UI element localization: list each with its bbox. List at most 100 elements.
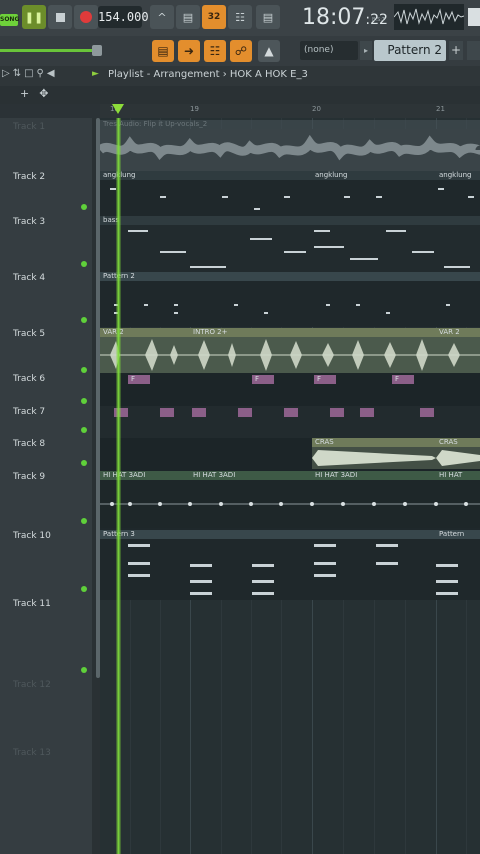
pattern-clip[interactable] (160, 408, 174, 417)
audio-clip[interactable] (312, 447, 480, 469)
track-label[interactable]: Track 4 (13, 273, 45, 283)
pattern-clip[interactable] (360, 408, 374, 417)
audio-clip-header[interactable]: Tres Audio: Flip it Up-vocals_2 (100, 120, 480, 129)
zoom-icon[interactable]: ⚲ (37, 68, 47, 79)
track-label[interactable]: Track 3 (13, 217, 45, 227)
pattern-prev-button[interactable]: ▸ (360, 41, 372, 60)
track-led[interactable] (81, 204, 87, 210)
record-button[interactable] (74, 5, 98, 29)
track-label[interactable]: Track 6 (13, 374, 45, 384)
track-label[interactable]: Track 12 (13, 680, 51, 690)
note (252, 592, 274, 595)
bar-number: 19 (190, 105, 199, 113)
track-label[interactable]: Track 2 (13, 172, 45, 182)
pattern-clip[interactable] (192, 408, 206, 417)
select-icon[interactable]: □ (24, 68, 36, 79)
playhead-marker[interactable] (112, 104, 124, 114)
pattern-clip[interactable] (330, 408, 344, 417)
playlist-button[interactable]: ➜ (178, 40, 200, 62)
track-led[interactable] (81, 367, 87, 373)
pan-icon[interactable]: ✥ (39, 87, 58, 100)
record-icon (80, 11, 92, 23)
pattern-clip-header[interactable]: Pattern (436, 530, 480, 539)
magnet-icon[interactable]: ⇅ (13, 68, 24, 79)
step-edit-button[interactable]: 32 (202, 5, 226, 29)
pattern-clip-header[interactable]: F (392, 375, 414, 384)
add-track-icon[interactable]: + (20, 87, 39, 100)
track-label[interactable]: Track 10 (13, 531, 51, 541)
menu-icon[interactable]: ▷ (2, 68, 13, 79)
note (284, 251, 306, 253)
audio-clip-header[interactable]: HI HAT (436, 471, 480, 480)
window-button[interactable] (468, 8, 480, 26)
playlist-tools[interactable]: ▷⇅□⚲◀ (2, 68, 58, 79)
plugin-picker-button[interactable]: ▲ (258, 40, 280, 62)
pattern-clip-header[interactable]: Pattern 2 (100, 272, 480, 281)
pattern-clip-header[interactable]: F (128, 375, 150, 384)
piano-roll-button[interactable]: ▤ (152, 40, 174, 62)
track-label[interactable]: Track 5 (13, 329, 45, 339)
track-label[interactable]: Track 13 (13, 748, 51, 758)
add-pattern-button[interactable]: + (449, 41, 463, 60)
audio-clip-header[interactable]: CRAS (436, 438, 480, 447)
pattern-clip-header[interactable]: bass (100, 216, 480, 225)
audio-clip-header[interactable]: VAR 2 (436, 328, 480, 337)
timeline-ruler[interactable]: 18 19 20 21 (100, 104, 480, 119)
playback-icon[interactable]: ◀ (47, 68, 58, 79)
master-volume-slider[interactable] (0, 49, 98, 52)
track-led[interactable] (81, 398, 87, 404)
track-led[interactable] (81, 460, 87, 466)
pattern-clip[interactable] (420, 408, 434, 417)
loop-record-button[interactable]: ▤ (256, 5, 280, 29)
pause-button[interactable]: ❚❚ (22, 5, 46, 29)
arrangement-area[interactable]: Tres Audio: Flip it Up-vocals_2 angklung… (100, 118, 480, 854)
time-display[interactable]: 18:07:22 B:S:T (302, 3, 390, 33)
link-button[interactable]: ☍ (230, 40, 252, 62)
track-led[interactable] (81, 518, 87, 524)
snap-tools[interactable]: +✥ (20, 87, 58, 100)
note (128, 574, 150, 577)
track-led[interactable] (81, 667, 87, 673)
wait-input-button[interactable]: ▤ (176, 5, 200, 29)
master-volume-handle[interactable] (92, 45, 102, 56)
track-lane[interactable] (100, 373, 480, 406)
pattern-clip-header[interactable]: F (252, 375, 274, 384)
pattern-clip-header[interactable]: angklung (100, 171, 312, 180)
audio-clip-header[interactable]: INTRO 2+ (190, 328, 436, 337)
audio-clip-header[interactable]: HI HAT 3ADI (100, 471, 190, 480)
pattern-clip-header[interactable]: angklung (312, 171, 436, 180)
note (252, 580, 274, 583)
track-led[interactable] (81, 427, 87, 433)
audio-clip[interactable] (100, 129, 480, 171)
pattern-clip[interactable] (284, 408, 298, 417)
track-label[interactable]: Track 9 (13, 472, 45, 482)
channel-rack-button[interactable]: ☷ (204, 40, 226, 62)
note (438, 188, 444, 190)
track-label[interactable]: Track 1 (13, 122, 45, 132)
note (436, 592, 458, 595)
track-label[interactable]: Track 11 (13, 599, 51, 609)
blend-notes-button[interactable]: ☷ (228, 5, 252, 29)
track-led[interactable] (81, 586, 87, 592)
audio-clip-header[interactable]: HI HAT 3ADI (190, 471, 312, 480)
pattern-next-button[interactable] (467, 41, 480, 60)
track-label[interactable]: Track 8 (13, 439, 45, 449)
audio-clip[interactable] (100, 337, 480, 373)
pattern-clip-header[interactable]: angklung (436, 171, 480, 180)
metronome-button[interactable]: ^ (150, 5, 174, 29)
track-label[interactable]: Track 7 (13, 407, 45, 417)
audio-clip-header[interactable]: CRAS (312, 438, 436, 447)
pattern-selector[interactable]: Pattern 2 (374, 40, 446, 61)
track-led[interactable] (81, 317, 87, 323)
track-led[interactable] (81, 261, 87, 267)
pattern-clip-header[interactable]: Pattern 3 (100, 530, 436, 539)
pattern-clip-header[interactable]: F (314, 375, 336, 384)
audio-clip-header[interactable]: HI HAT 3ADI (312, 471, 436, 480)
tempo-display[interactable]: 154.000 (98, 6, 149, 28)
song-mode-badge[interactable]: SONG (0, 14, 19, 26)
pattern-clip[interactable] (238, 408, 252, 417)
stop-button[interactable] (48, 5, 72, 29)
pattern-selector-dropdown[interactable]: (none) (300, 41, 358, 60)
audio-clip[interactable] (100, 480, 480, 528)
audio-clip-header[interactable]: VAR 2 (100, 328, 190, 337)
